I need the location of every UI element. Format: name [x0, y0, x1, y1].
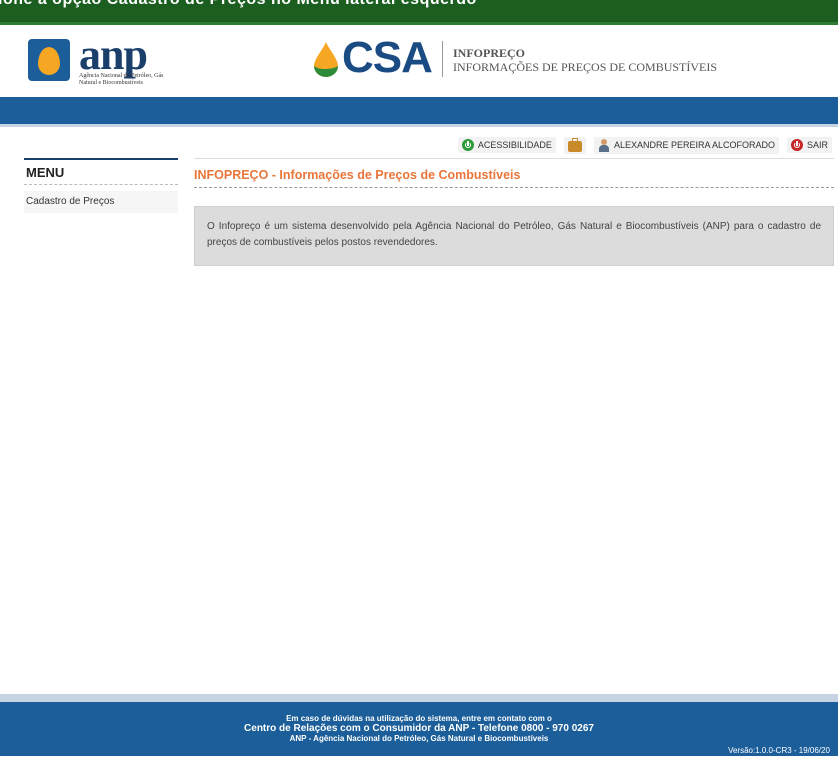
user-bar: ACESSIBILIDADE ALEXANDRE PEREIRA ALCOFOR… [457, 135, 832, 155]
user-info[interactable]: ALEXANDRE PEREIRA ALCOFORADO [593, 136, 779, 154]
profile-switch-button[interactable] [563, 136, 586, 154]
footer-line-3: ANP - Agência Nacional do Petróleo, Gás … [289, 734, 549, 743]
top-banner: ione a opção Cadastro de Preços no Menu … [0, 0, 838, 25]
footer-contact: Em caso de dúvidas na utilização do sist… [0, 714, 838, 743]
logout-label: SAIR [806, 140, 828, 150]
app-subtitle: INFORMAÇÕES DE PREÇOS DE COMBUSTÍVEIS [453, 60, 718, 74]
version-text: Versão:1.0.0-CR3 - 19/06/20 [728, 746, 830, 755]
logout-button[interactable]: SAIR [786, 137, 832, 153]
anp-logo[interactable]: anp Agência Nacional do Petróleo, Gás Na… [25, 30, 165, 90]
footer: Em caso de dúvidas na utilização do sist… [0, 694, 838, 764]
menu-title: MENU [24, 158, 178, 185]
sidebar-item-cadastro-precos[interactable]: Cadastro de Preços [24, 191, 178, 213]
anp-logo-subtitle: Agência Nacional do Petróleo, Gás Natura… [79, 73, 164, 86]
csa-logo: CSA INFOPREÇO INFORMAÇÕES DE PREÇOS DE C… [312, 33, 732, 85]
main-content: INFOPREÇO - Informações de Preços de Com… [194, 158, 834, 266]
accessibility-link[interactable]: ACESSIBILIDADE [457, 137, 556, 153]
description-box: O Infopreço é um sistema desenvolvido pe… [194, 206, 834, 266]
power-icon [790, 139, 803, 151]
accessibility-label: ACESSIBILIDADE [477, 140, 552, 150]
footer-line-1: Em caso de dúvidas na utilização do sist… [286, 714, 552, 723]
nav-band [0, 97, 838, 127]
header: anp Agência Nacional do Petróleo, Gás Na… [0, 25, 838, 97]
sidebar-menu: MENU Cadastro de Preços [24, 158, 178, 213]
logo-divider [442, 41, 443, 77]
csa-logo-text: CSA [342, 33, 433, 82]
app-title-block: INFOPREÇO INFORMAÇÕES DE PREÇOS DE COMBU… [453, 46, 718, 75]
user-name: ALEXANDRE PEREIRA ALCOFORADO [613, 140, 775, 150]
user-icon [598, 138, 610, 152]
version-info: Versão:1.0.0-CR3 - 19/06/20 13:39 [720, 746, 838, 764]
drop-icon [314, 42, 338, 77]
version-time: 13:39 [768, 755, 790, 764]
anp-drop-icon [28, 39, 70, 81]
footer-line-2: Centro de Relações com o Consumidor da A… [244, 723, 594, 734]
app-name: INFOPREÇO [453, 46, 525, 60]
banner-text: ione a opção Cadastro de Preços no Menu … [0, 0, 477, 9]
briefcase-icon [567, 137, 582, 152]
page-title: INFOPREÇO - Informações de Preços de Com… [194, 158, 834, 188]
accessibility-icon [461, 139, 474, 151]
